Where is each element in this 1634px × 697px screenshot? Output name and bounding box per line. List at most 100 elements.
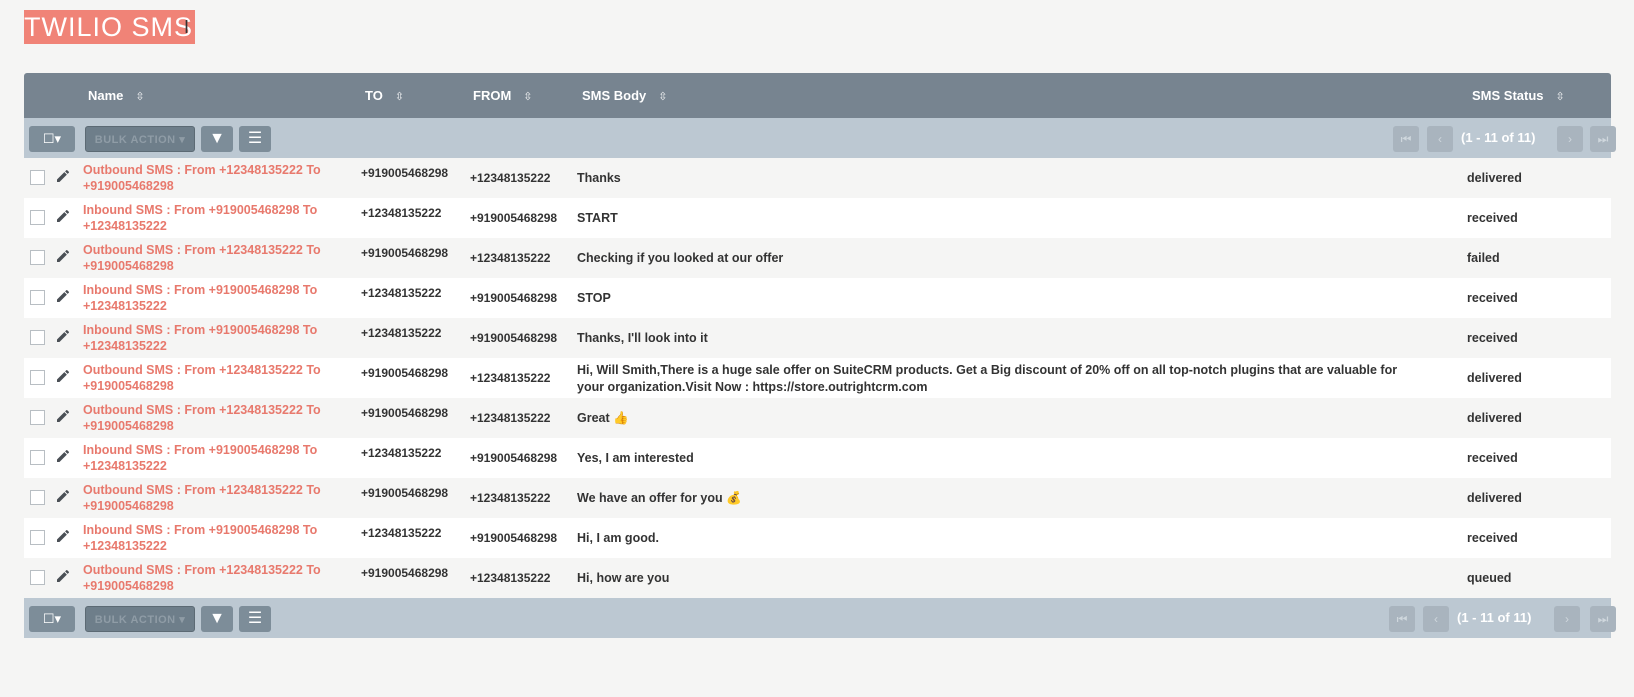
- row-name-link[interactable]: Outbound SMS : From +12348135222 To +919…: [83, 482, 333, 514]
- row-name-link[interactable]: Inbound SMS : From +919005468298 To +123…: [83, 202, 333, 234]
- bulk-action-button[interactable]: BULK ACTION ▾: [85, 126, 195, 152]
- row-checkbox[interactable]: [30, 170, 45, 185]
- row-from: +919005468298: [470, 451, 558, 465]
- column-header-to[interactable]: TO ⇳: [365, 88, 404, 103]
- row-name-link[interactable]: Inbound SMS : From +919005468298 To +123…: [83, 282, 333, 314]
- row-sms-status: received: [1467, 451, 1518, 465]
- edit-icon[interactable]: [55, 368, 71, 384]
- sort-icon[interactable]: ⇳: [1556, 91, 1565, 103]
- row-from: +12348135222: [470, 371, 551, 385]
- row-checkbox[interactable]: [30, 290, 45, 305]
- table-row: Outbound SMS : From +12348135222 To +919…: [24, 558, 1611, 598]
- row-from: +919005468298: [470, 291, 558, 305]
- table-body: Outbound SMS : From +12348135222 To +919…: [24, 158, 1611, 598]
- column-chooser-icon[interactable]: ☰: [239, 606, 271, 632]
- table-row: Inbound SMS : From +919005468298 To +123…: [24, 318, 1611, 358]
- row-name-link[interactable]: Outbound SMS : From +12348135222 To +919…: [83, 362, 333, 394]
- pagination-text: (1 - 11 of 11): [1461, 130, 1536, 145]
- row-from: +919005468298: [470, 331, 558, 345]
- text-cursor-icon: I: [184, 17, 190, 37]
- edit-icon[interactable]: [55, 288, 71, 304]
- row-to: +12348135222: [361, 286, 442, 300]
- row-to: +12348135222: [361, 326, 442, 340]
- table-row: Outbound SMS : From +12348135222 To +919…: [24, 358, 1611, 398]
- sort-icon[interactable]: ⇳: [135, 91, 144, 103]
- row-checkbox[interactable]: [30, 570, 45, 585]
- column-header-from[interactable]: FROM ⇳: [473, 88, 533, 103]
- table-row: Outbound SMS : From +12348135222 To +919…: [24, 478, 1611, 518]
- sort-icon[interactable]: ⇳: [523, 91, 532, 103]
- last-page-button[interactable]: ⏭: [1590, 126, 1616, 152]
- sort-icon[interactable]: ⇳: [395, 91, 404, 103]
- edit-icon[interactable]: [55, 488, 71, 504]
- row-name-link[interactable]: Outbound SMS : From +12348135222 To +919…: [83, 402, 333, 434]
- row-sms-body: Great 👍: [577, 411, 629, 425]
- next-page-button[interactable]: ›: [1554, 606, 1580, 632]
- first-page-button[interactable]: ⏮: [1393, 126, 1419, 152]
- row-to: +919005468298: [361, 246, 449, 260]
- row-name-link[interactable]: Inbound SMS : From +919005468298 To +123…: [83, 522, 333, 554]
- bulk-action-button[interactable]: BULK ACTION ▾: [85, 606, 195, 632]
- edit-icon[interactable]: [55, 568, 71, 584]
- row-name-link[interactable]: Inbound SMS : From +919005468298 To +123…: [83, 322, 333, 354]
- edit-icon[interactable]: [55, 528, 71, 544]
- row-from: +12348135222: [470, 251, 551, 265]
- edit-icon[interactable]: [55, 328, 71, 344]
- row-checkbox[interactable]: [30, 330, 45, 345]
- row-from: +12348135222: [470, 171, 551, 185]
- previous-page-button[interactable]: ‹: [1423, 606, 1449, 632]
- row-sms-status: delivered: [1467, 491, 1522, 505]
- bottom-toolbar: ☐▾ BULK ACTION ▾ ▼ ☰ ⏮ ‹ (1 - 11 of 11) …: [24, 598, 1616, 638]
- row-name-link[interactable]: Outbound SMS : From +12348135222 To +919…: [83, 242, 333, 274]
- row-checkbox[interactable]: [30, 450, 45, 465]
- row-checkbox[interactable]: [30, 490, 45, 505]
- row-sms-status: delivered: [1467, 371, 1522, 385]
- select-all-dropdown[interactable]: ☐▾: [29, 606, 75, 632]
- edit-icon[interactable]: [55, 448, 71, 464]
- row-name-link[interactable]: Inbound SMS : From +919005468298 To +123…: [83, 442, 333, 474]
- row-checkbox[interactable]: [30, 210, 45, 225]
- row-sms-status: delivered: [1467, 171, 1522, 185]
- row-checkbox[interactable]: [30, 530, 45, 545]
- row-to: +12348135222: [361, 526, 442, 540]
- row-sms-body: Yes, I am interested: [577, 451, 694, 465]
- edit-icon[interactable]: [55, 168, 71, 184]
- edit-icon[interactable]: [55, 408, 71, 424]
- column-name-label: Name: [88, 88, 124, 103]
- next-page-button[interactable]: ›: [1557, 126, 1583, 152]
- row-to: +919005468298: [361, 406, 449, 420]
- row-sms-body: Hi, how are you: [577, 571, 670, 585]
- top-toolbar: ☐▾ BULK ACTION ▾ ▼ ☰ ⏮ ‹ (1 - 11 of 11) …: [24, 118, 1616, 158]
- row-checkbox[interactable]: [30, 410, 45, 425]
- column-status-label: SMS Status: [1472, 88, 1544, 103]
- row-checkbox[interactable]: [30, 370, 45, 385]
- edit-icon[interactable]: [55, 248, 71, 264]
- table-row: Outbound SMS : From +12348135222 To +919…: [24, 398, 1611, 438]
- table-row: Inbound SMS : From +919005468298 To +123…: [24, 278, 1611, 318]
- edit-icon[interactable]: [55, 208, 71, 224]
- column-header-status[interactable]: SMS Status ⇳: [1472, 88, 1565, 103]
- filter-icon[interactable]: ▼: [201, 126, 233, 152]
- row-sms-body: Checking if you looked at our offer: [577, 251, 784, 265]
- previous-page-button[interactable]: ‹: [1427, 126, 1453, 152]
- row-sms-body: Thanks, I'll look into it: [577, 331, 708, 345]
- last-page-button[interactable]: ⏭: [1590, 606, 1616, 632]
- row-name-link[interactable]: Outbound SMS : From +12348135222 To +919…: [83, 162, 333, 194]
- first-page-button[interactable]: ⏮: [1389, 606, 1415, 632]
- row-to: +919005468298: [361, 566, 449, 580]
- row-name-link[interactable]: Outbound SMS : From +12348135222 To +919…: [83, 562, 333, 594]
- column-to-label: TO: [365, 88, 383, 103]
- bulk-action-label: BULK ACTION: [94, 614, 176, 626]
- sort-icon[interactable]: ⇳: [658, 91, 667, 103]
- table-header: Name ⇳ TO ⇳ FROM ⇳ SMS Body ⇳ SMS Status ⇳: [24, 73, 1611, 118]
- row-checkbox[interactable]: [30, 250, 45, 265]
- bulk-action-label: BULK ACTION: [94, 134, 176, 146]
- select-all-dropdown[interactable]: ☐▾: [29, 126, 75, 152]
- column-header-name[interactable]: Name ⇳: [88, 88, 145, 103]
- row-sms-status: received: [1467, 531, 1518, 545]
- row-sms-status: received: [1467, 291, 1518, 305]
- column-chooser-icon[interactable]: ☰: [239, 126, 271, 152]
- filter-icon[interactable]: ▼: [201, 606, 233, 632]
- row-from: +919005468298: [470, 211, 558, 225]
- column-header-body[interactable]: SMS Body ⇳: [582, 88, 668, 103]
